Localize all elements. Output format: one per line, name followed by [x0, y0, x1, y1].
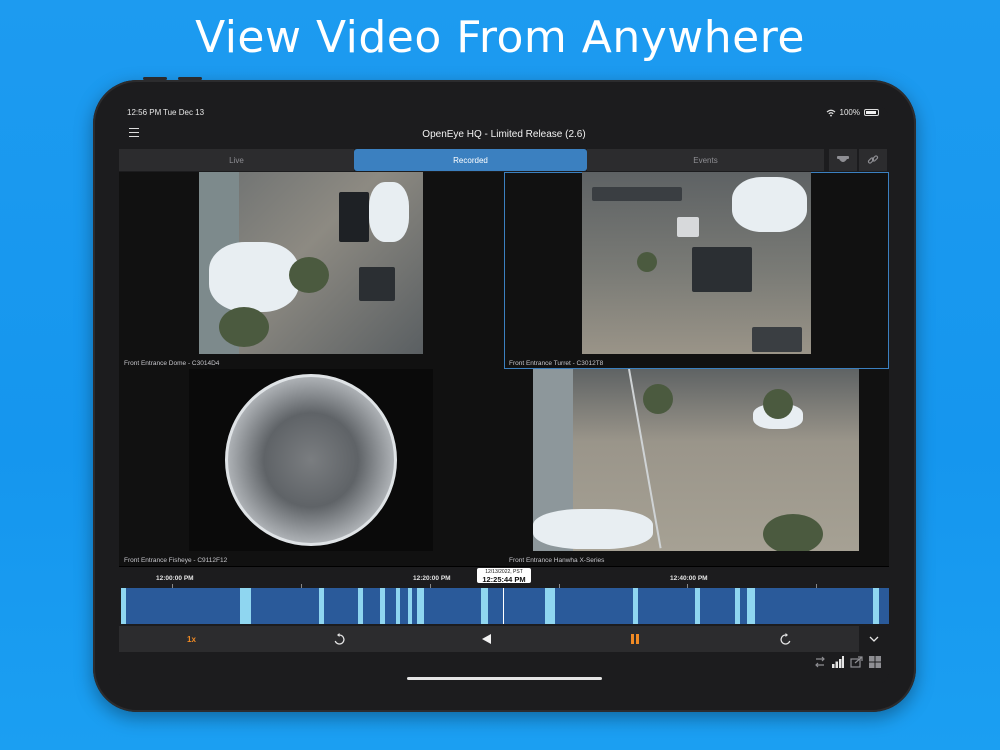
camera-label-dome: Front Entrance Dome - C3014D4	[124, 360, 220, 367]
timeline[interactable]: 12:00:00 PM 12:20:00 PM 12:40:00 PM 12/1…	[119, 567, 889, 625]
rewind-icon	[334, 632, 345, 645]
pause-button[interactable]	[625, 626, 645, 652]
camera-feed-hanwha	[533, 369, 859, 551]
camera-dome-icon	[837, 156, 849, 162]
status-time: 12:56 PM	[127, 108, 162, 117]
power-button	[178, 77, 202, 80]
recording-segment	[481, 588, 488, 624]
play-reverse-button[interactable]	[477, 626, 497, 652]
camera-grid: Front Entrance Dome - C3014D4 Front Entr…	[119, 172, 889, 567]
camera-label-turret: Front Entrance Turret - C3012T8	[509, 360, 604, 367]
timeline-tick-label: 12:20:00 PM	[413, 575, 451, 582]
recording-segment	[695, 588, 700, 624]
wifi-icon	[826, 109, 835, 116]
playhead-label: 12/13/2022, PST 12:25:44 PM	[477, 568, 531, 584]
camera-feed-dome	[199, 172, 423, 354]
collapse-button[interactable]	[859, 626, 889, 652]
forward-button[interactable]	[775, 626, 795, 652]
battery-percent: 100%	[839, 108, 860, 117]
volume-button	[143, 77, 167, 80]
share-icon[interactable]	[850, 656, 863, 668]
camera-label-fisheye: Front Entrance Fisheye - C9112F12	[124, 557, 228, 564]
recording-segment	[240, 588, 251, 624]
timeline-track[interactable]	[121, 588, 889, 624]
tab-recorded[interactable]: Recorded	[354, 149, 587, 171]
recording-segment	[633, 588, 638, 624]
speed-button[interactable]: 1x	[179, 626, 204, 652]
camera-tile-hanwha[interactable]: Front Entrance Hanwha X-Series	[504, 369, 889, 566]
tab-live[interactable]: Live	[119, 149, 354, 171]
recording-segment	[545, 588, 555, 624]
playhead-line[interactable]	[503, 588, 504, 624]
camera-tile-dome[interactable]: Front Entrance Dome - C3014D4	[119, 172, 504, 369]
camera-feed-fisheye	[189, 369, 433, 551]
recording-segment	[121, 588, 126, 624]
forward-icon	[779, 632, 790, 645]
recording-segment	[319, 588, 324, 624]
app-title: OpenEye HQ - Limited Release (2.6)	[422, 129, 586, 140]
pause-icon	[631, 634, 639, 644]
recording-segment	[417, 588, 424, 624]
recording-segment	[380, 588, 385, 624]
timeline-tick-label: 12:40:00 PM	[670, 575, 708, 582]
headline: View Video From Anywhere	[195, 12, 805, 63]
rewind-button[interactable]	[329, 626, 349, 652]
swap-icon[interactable]	[814, 656, 826, 668]
playback-controls: 1x	[119, 626, 889, 652]
nav-bar: OpenEye HQ - Limited Release (2.6)	[119, 121, 889, 149]
recording-segment	[358, 588, 363, 624]
recording-segment	[735, 588, 740, 624]
status-date: Tue Dec 13	[163, 108, 205, 117]
device-screen: 12:56 PM Tue Dec 13 100% OpenEye HQ - Li…	[119, 105, 889, 685]
segment-bar: Live Recorded Events	[119, 149, 889, 171]
recording-segment	[396, 588, 400, 624]
tab-recorded-label: Recorded	[453, 155, 488, 165]
bottom-toolbar	[814, 656, 881, 668]
chevron-down-icon	[869, 636, 879, 642]
recording-segment	[873, 588, 879, 624]
tab-events-label: Events	[693, 155, 718, 165]
timeline-tick-label: 12:00:00 PM	[156, 575, 194, 582]
recording-segment	[408, 588, 412, 624]
camera-feed-turret	[582, 172, 811, 354]
battery-icon	[864, 109, 879, 116]
tab-events[interactable]: Events	[587, 149, 824, 171]
camera-label-hanwha: Front Entrance Hanwha X-Series	[509, 557, 605, 564]
link-icon	[867, 155, 879, 164]
home-indicator[interactable]	[407, 677, 602, 680]
status-bar: 12:56 PM Tue Dec 13 100%	[119, 105, 889, 121]
camera-dome-button[interactable]	[829, 149, 857, 171]
grid-icon[interactable]	[869, 656, 881, 668]
play-reverse-icon	[482, 634, 491, 644]
link-button[interactable]	[859, 149, 887, 171]
recording-segment	[747, 588, 755, 624]
camera-tile-fisheye[interactable]: Front Entrance Fisheye - C9112F12	[119, 369, 504, 566]
tab-live-label: Live	[229, 155, 244, 165]
playhead-time: 12:25:44 PM	[482, 575, 526, 584]
camera-tile-turret[interactable]: Front Entrance Turret - C3012T8	[504, 172, 889, 369]
signal-icon[interactable]	[832, 656, 844, 668]
